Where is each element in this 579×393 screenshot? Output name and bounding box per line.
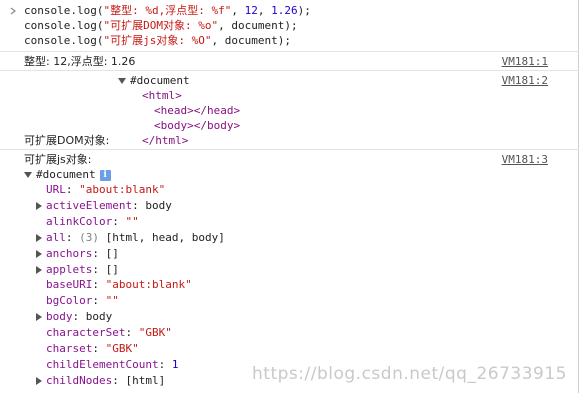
property-colon: : bbox=[132, 198, 146, 212]
prompt-chevron-icon bbox=[10, 7, 16, 15]
property-key: body bbox=[46, 310, 73, 324]
property-key: anchors bbox=[46, 246, 93, 260]
collapse-triangle-icon[interactable] bbox=[24, 172, 32, 178]
property-value: (3) [html, head, body] bbox=[79, 230, 225, 244]
property-colon: : bbox=[112, 214, 126, 228]
source-link-2[interactable]: VM181:2 bbox=[502, 73, 548, 88]
collapse-triangle-icon[interactable] bbox=[118, 78, 126, 84]
property-colon: : bbox=[72, 310, 86, 324]
code-line-3: console.log("可扩展js对象: %O", document); bbox=[24, 34, 291, 47]
property-colon: : bbox=[92, 262, 106, 276]
property-value: [] bbox=[105, 246, 119, 260]
property-colon: : bbox=[92, 342, 106, 355]
object-property-row: characterSet: "GBK" bbox=[36, 325, 172, 340]
object-property-row: URL: "about:blank" bbox=[36, 182, 165, 197]
property-key: childNodes bbox=[46, 373, 113, 387]
property-colon: : bbox=[92, 278, 106, 292]
property-colon: : bbox=[92, 246, 106, 260]
property-colon: : bbox=[125, 326, 139, 340]
property-value: "GBK" bbox=[105, 342, 139, 355]
dom-node-body[interactable]: <body></body> bbox=[154, 118, 240, 133]
expand-triangle-icon[interactable] bbox=[36, 265, 42, 274]
object-property-row: bgColor: "" bbox=[36, 293, 119, 308]
property-colon: : bbox=[65, 230, 80, 244]
property-value: "about:blank" bbox=[79, 183, 166, 196]
property-value: body bbox=[145, 198, 172, 212]
object-root[interactable]: #document i bbox=[24, 167, 111, 182]
property-value: 1 bbox=[171, 357, 179, 371]
watermark: https://blog.csdn.net/qq_26733915 bbox=[252, 364, 567, 384]
dom-node-head[interactable]: <head></head> bbox=[154, 103, 240, 118]
object-property-row[interactable]: childNodes: [html] bbox=[36, 373, 165, 388]
expand-triangle-icon[interactable] bbox=[36, 376, 42, 385]
property-colon: : bbox=[65, 183, 80, 196]
property-key: characterSet bbox=[46, 326, 126, 340]
object-property-row: baseURI: "about:blank" bbox=[36, 277, 192, 292]
dom-node-html-close[interactable]: </html> bbox=[142, 133, 188, 148]
property-value: "about:blank" bbox=[105, 278, 192, 292]
property-key: URL bbox=[46, 183, 66, 196]
object-property-row[interactable]: anchors: [] bbox=[36, 246, 119, 261]
object-property-row: charset: "GBK" bbox=[36, 341, 139, 356]
expand-triangle-icon[interactable] bbox=[36, 233, 42, 242]
property-colon: : bbox=[112, 373, 126, 387]
property-key: charset bbox=[46, 342, 93, 355]
object-property-row[interactable]: activeElement: body bbox=[36, 198, 172, 213]
property-key: all bbox=[46, 230, 66, 244]
array-count: (3) bbox=[79, 230, 99, 244]
property-colon: : bbox=[92, 294, 106, 308]
object-property-row[interactable]: applets: [] bbox=[36, 262, 119, 277]
object-property-row[interactable]: all: (3) [html, head, body] bbox=[36, 230, 225, 245]
object-property-row[interactable]: body: body bbox=[36, 309, 112, 324]
separator bbox=[0, 51, 579, 52]
property-value: [] bbox=[105, 262, 119, 276]
expand-triangle-icon[interactable] bbox=[36, 249, 42, 258]
code-line-1: console.log("整型: %d,浮点型: %f", 12, 1.26); bbox=[24, 4, 311, 17]
property-value: body bbox=[85, 310, 113, 324]
code-line-2: console.log("可扩展DOM对象: %o", document); bbox=[24, 19, 298, 32]
source-link-1[interactable]: VM181:1 bbox=[502, 54, 548, 69]
expand-triangle-icon[interactable] bbox=[36, 313, 42, 322]
property-key: baseURI bbox=[46, 278, 93, 292]
property-value: "GBK" bbox=[138, 326, 172, 340]
object-property-row: alinkColor: "" bbox=[36, 214, 139, 229]
log-output-1: 整型: 12,浮点型: 1.26 bbox=[24, 55, 136, 68]
property-value: "" bbox=[125, 214, 139, 228]
info-icon[interactable]: i bbox=[99, 169, 111, 181]
property-value: [html] bbox=[125, 373, 166, 387]
log-label-dom: 可扩展DOM对象: bbox=[24, 134, 110, 147]
dom-tree-root[interactable]: #document bbox=[118, 73, 190, 88]
property-key: applets bbox=[46, 262, 93, 276]
property-key: childElementCount bbox=[46, 357, 159, 371]
separator bbox=[0, 149, 579, 150]
property-value: "" bbox=[105, 294, 119, 308]
property-key: bgColor bbox=[46, 294, 93, 308]
property-colon: : bbox=[158, 357, 172, 371]
expand-triangle-icon[interactable] bbox=[36, 201, 42, 210]
dom-node-html-open[interactable]: <html> bbox=[142, 88, 182, 103]
property-key: alinkColor bbox=[46, 214, 113, 228]
source-link-3[interactable]: VM181:3 bbox=[502, 152, 548, 167]
object-property-row: childElementCount: 1 bbox=[36, 357, 178, 372]
log-label-js: 可扩展js对象: bbox=[24, 153, 92, 166]
separator bbox=[0, 70, 579, 71]
property-key: activeElement bbox=[46, 198, 133, 212]
